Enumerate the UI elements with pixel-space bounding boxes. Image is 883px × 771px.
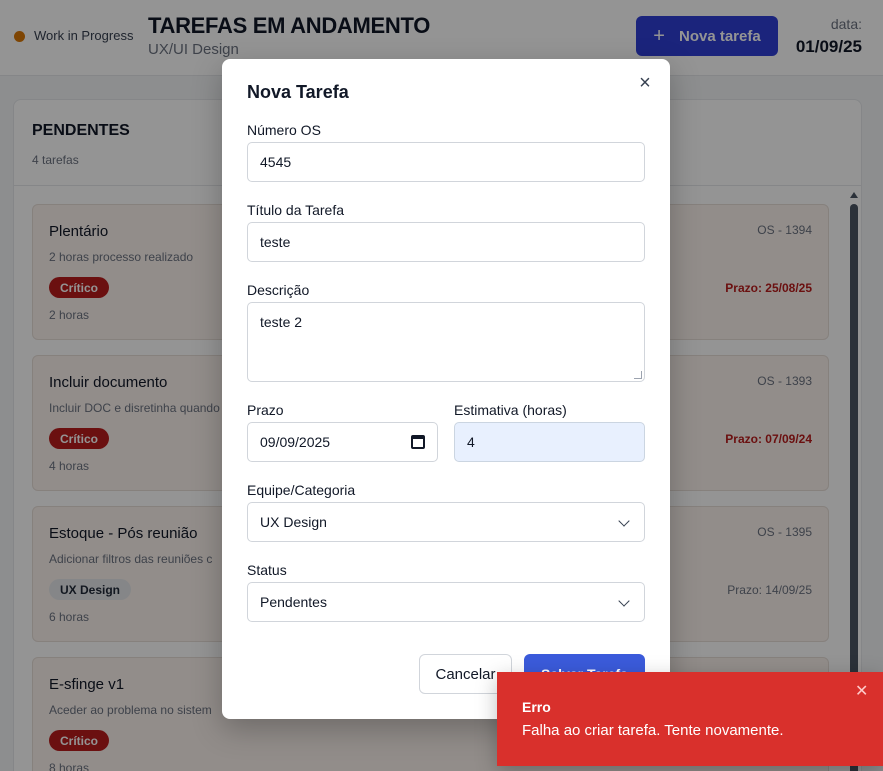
task-title-label: Título da Tarefa	[247, 202, 345, 218]
new-task-modal: Nova Tarefa × Número OS 4545 Título da T…	[222, 59, 670, 719]
estimate-value: 4	[467, 434, 475, 450]
description-label: Descrição	[247, 282, 310, 298]
close-icon[interactable]: ✕	[855, 684, 868, 700]
description-textarea[interactable]: teste 2	[247, 302, 645, 382]
task-title-input[interactable]: teste	[247, 222, 645, 262]
chevron-down-icon	[618, 595, 630, 607]
resize-handle-icon[interactable]	[634, 371, 642, 379]
deadline-label: Prazo	[247, 402, 284, 418]
calendar-icon[interactable]	[411, 435, 425, 449]
estimate-label: Estimativa (horas)	[454, 402, 567, 418]
team-select[interactable]: UX Design	[247, 502, 645, 542]
chevron-down-icon	[618, 515, 630, 527]
team-label: Equipe/Categoria	[247, 482, 356, 498]
os-number-value: 4545	[260, 154, 292, 170]
status-selected-value: Pendentes	[260, 594, 327, 610]
team-selected-value: UX Design	[260, 514, 327, 530]
toast-message: Falha ao criar tarefa. Tente novamente.	[522, 722, 784, 739]
deadline-value: 09/09/2025	[260, 434, 331, 450]
task-title-value: teste	[260, 234, 291, 250]
status-label: Status	[247, 562, 287, 578]
close-icon[interactable]: ×	[635, 73, 655, 93]
os-number-input[interactable]: 4545	[247, 142, 645, 182]
os-number-label: Número OS	[247, 122, 321, 138]
description-value: teste 2	[260, 314, 303, 330]
estimate-input[interactable]: 4	[454, 422, 645, 462]
error-toast: Erro Falha ao criar tarefa. Tente novame…	[497, 672, 883, 766]
toast-title: Erro	[522, 699, 551, 715]
deadline-date-input[interactable]: 09/09/2025	[247, 422, 438, 462]
status-select[interactable]: Pendentes	[247, 582, 645, 622]
modal-title: Nova Tarefa	[247, 82, 349, 102]
